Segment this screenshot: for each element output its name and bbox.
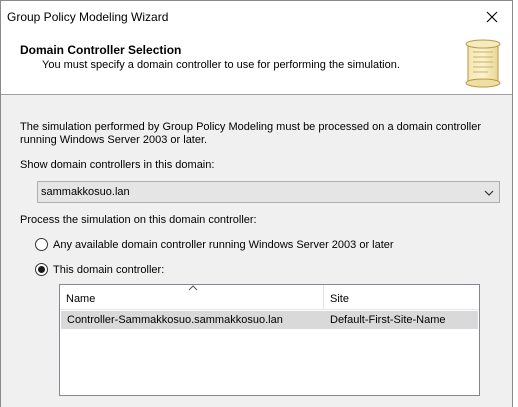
row-name: Controller-Sammakkosuo.sammakkosuo.lan — [67, 314, 283, 326]
scroll-icon — [465, 39, 501, 88]
radio-this-dc-circle[interactable] — [35, 263, 48, 276]
domain-controller-list[interactable]: Name Site Controller-Sammakkosuo.sammakk… — [59, 284, 480, 396]
title-bar: Group Policy Modeling Wizard — [1, 1, 512, 32]
radio-any-dc-label: Any available domain controller running … — [53, 238, 394, 251]
row-site: Default-First-Site-Name — [330, 314, 446, 326]
close-icon — [486, 11, 498, 22]
column-header-name-label: Name — [66, 293, 96, 305]
domain-select[interactable]: sammakkosuo.lan — [37, 181, 500, 203]
page-subtitle: You must specify a domain controller to … — [42, 59, 400, 71]
radio-any-dc-circle[interactable] — [35, 238, 48, 251]
intro-text: The simulation performed by Group Policy… — [20, 121, 482, 146]
wizard-header: Domain Controller Selection You must spe… — [1, 32, 512, 95]
chevron-down-icon — [484, 190, 494, 196]
window-title: Group Policy Modeling Wizard — [7, 10, 169, 24]
wizard-window: Group Policy Modeling Wizard Domain Cont… — [0, 0, 513, 407]
column-header-name[interactable]: Name — [60, 285, 324, 310]
table-row[interactable]: Controller-Sammakkosuo.sammakkosuo.lan D… — [61, 311, 478, 329]
domain-label: Show domain controllers in this domain: — [20, 159, 215, 171]
sort-ascending-icon — [188, 285, 198, 291]
column-header-site-label: Site — [330, 293, 349, 305]
column-header-site[interactable]: Site — [324, 285, 479, 310]
close-button[interactable] — [472, 1, 512, 32]
domain-select-value: sammakkosuo.lan — [41, 186, 130, 198]
radio-this-dc[interactable]: This domain controller: — [35, 263, 164, 276]
radio-this-dc-label: This domain controller: — [53, 263, 165, 276]
background-strip — [513, 0, 518, 407]
list-header: Name Site — [60, 285, 479, 310]
radio-any-dc[interactable]: Any available domain controller running … — [35, 238, 394, 251]
process-label: Process the simulation on this domain co… — [20, 214, 257, 226]
page-title: Domain Controller Selection — [20, 43, 182, 57]
